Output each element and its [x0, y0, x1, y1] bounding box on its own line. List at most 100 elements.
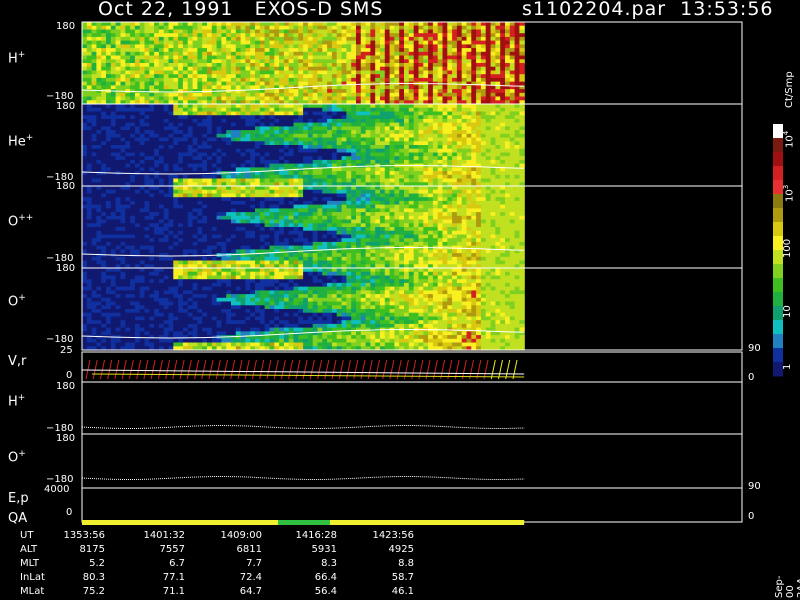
- spectrogram-cell: [274, 186, 280, 191]
- spectrogram-cell: [106, 85, 112, 90]
- spectrogram-cell: [389, 55, 395, 60]
- spectrogram-cell: [250, 104, 256, 109]
- spectrogram-cell: [336, 77, 343, 83]
- spectrogram-cell: [207, 223, 213, 228]
- spectrogram-cell: [437, 130, 444, 135]
- spectrogram-cell: [250, 249, 256, 254]
- spectrogram-cell: [519, 77, 525, 83]
- spectrogram-cell: [91, 178, 97, 183]
- spectrogram-cell: [495, 159, 501, 165]
- spectrogram-cell: [447, 92, 453, 98]
- spectrogram-cell: [134, 104, 141, 109]
- spectrogram-cell: [120, 223, 126, 228]
- spectrogram-cell: [428, 167, 434, 172]
- spectrogram-cell: [259, 66, 266, 71]
- spectrogram-cell: [428, 85, 434, 90]
- spectrogram-cell: [370, 148, 376, 153]
- spectrogram-cell: [442, 44, 448, 49]
- spectrogram-cell: [154, 107, 160, 112]
- spectrogram-cell: [346, 156, 352, 161]
- spectrogram-cell: [259, 227, 266, 232]
- spectrogram-cell: [394, 74, 400, 79]
- spectrogram-cell: [182, 130, 189, 135]
- spectrogram-cell: [288, 118, 295, 124]
- spectrogram-cell: [168, 130, 174, 135]
- spectrogram-cell: [428, 148, 434, 153]
- spectrogram-cell: [158, 70, 165, 75]
- spectrogram-cell: [322, 25, 328, 30]
- spectrogram-cell: [197, 122, 203, 127]
- spectrogram-cell: [250, 122, 256, 127]
- spectrogram-cell: [115, 126, 121, 131]
- spectrogram-cell: [380, 66, 386, 71]
- spectrogram-cell: [130, 96, 136, 101]
- spectrogram-cell: [216, 197, 222, 202]
- spectrogram-cell: [149, 63, 155, 68]
- spectrogram-cell: [91, 234, 97, 239]
- spectrogram-cell: [91, 59, 97, 64]
- spectrogram-cell: [211, 178, 218, 183]
- spectrogram-cell: [182, 25, 189, 30]
- spectrogram-cell: [207, 33, 213, 38]
- spectrogram-cell: [149, 152, 155, 157]
- spectrogram-cell: [255, 104, 261, 109]
- spectrogram-cell: [418, 25, 424, 30]
- spectrogram-cell: [476, 115, 482, 120]
- spectrogram-cell: [187, 227, 194, 232]
- spectrogram-cell: [211, 141, 218, 146]
- spectrogram-cell: [216, 163, 222, 168]
- spectrogram-cell: [245, 66, 251, 71]
- spectrogram-cell: [466, 130, 472, 135]
- spectrogram-cell: [235, 89, 242, 94]
- spectrogram-cell: [380, 55, 386, 60]
- spectrogram-cell: [178, 167, 184, 172]
- spectrogram-cell: [96, 171, 102, 176]
- spectrogram-cell: [86, 241, 93, 247]
- spectrogram-cell: [471, 171, 477, 176]
- spectrogram-cell: [91, 245, 97, 250]
- spectrogram-cell: [250, 189, 256, 194]
- spectrogram-cell: [144, 33, 150, 38]
- spectrogram-cell: [259, 104, 266, 109]
- spectrogram-cell: [461, 74, 468, 79]
- spectrogram-cell: [182, 219, 189, 224]
- spectrogram-cell: [298, 122, 304, 127]
- spectrogram-cell: [158, 204, 165, 209]
- spectrogram-cell: [235, 230, 242, 235]
- spectrogram-cell: [96, 189, 102, 194]
- spectrogram-cell: [331, 33, 338, 38]
- spectrogram-cell: [125, 200, 131, 206]
- spectrogram-cell: [447, 63, 453, 68]
- spectrogram-cell: [216, 55, 222, 60]
- spectrogram-cell: [149, 245, 155, 250]
- spectrogram-cell: [221, 186, 227, 191]
- spectrogram-cell: [356, 25, 362, 30]
- spectrogram-cell: [389, 174, 395, 180]
- spectrogram-cell: [351, 148, 357, 153]
- spectrogram-cell: [202, 245, 208, 250]
- spectrogram-cell: [226, 96, 232, 101]
- spectrogram-cell: [331, 130, 338, 135]
- spectrogram-cell: [384, 77, 391, 83]
- spectrogram-cell: [303, 51, 309, 57]
- spectrogram-cell: [197, 104, 203, 109]
- spectrogram-cell: [182, 66, 189, 71]
- spectrogram-cell: [154, 238, 160, 243]
- spectrogram-cell: [207, 238, 213, 243]
- spectrogram-cell: [404, 141, 410, 146]
- spectrogram-cell: [327, 48, 333, 53]
- spectrogram-cell: [336, 141, 343, 146]
- spectrogram-cell: [231, 141, 237, 146]
- spectrogram-cell: [456, 122, 463, 127]
- spectrogram-cell: [375, 141, 381, 146]
- spectrogram-cell: [312, 77, 319, 83]
- spectrogram-cell: [360, 178, 367, 183]
- spectrogram-cell: [255, 186, 261, 191]
- spectrogram-cell: [216, 36, 222, 42]
- spectrogram-cell: [207, 22, 213, 27]
- spectrogram-cell: [158, 122, 165, 127]
- spectrogram-cell: [307, 174, 314, 180]
- spectrogram-cell: [380, 126, 386, 131]
- spectrogram-cell: [279, 133, 285, 139]
- spectrogram-cell: [327, 174, 333, 180]
